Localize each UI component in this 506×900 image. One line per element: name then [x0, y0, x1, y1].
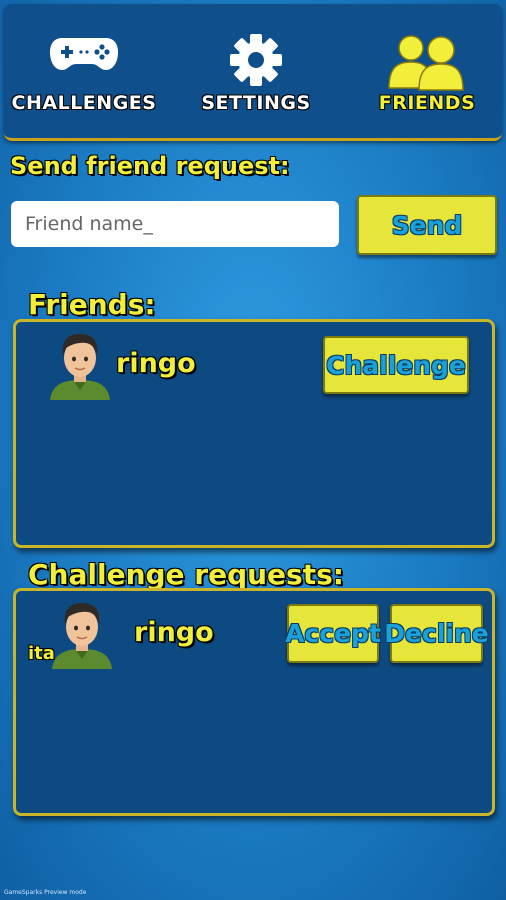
preview-mode-label: GameSparks Preview mode [4, 889, 87, 896]
decline-button[interactable]: Decline [384, 604, 489, 663]
tab-settings-label: SETTINGS [201, 92, 311, 114]
gear-icon [228, 32, 284, 92]
challenge-button[interactable]: Challenge [323, 336, 469, 394]
friends-icon [387, 34, 467, 96]
male-avatar-icon [46, 328, 114, 400]
tab-settings[interactable]: SETTINGS [178, 4, 334, 138]
challenge-requests-title: Challenge requests: [28, 558, 344, 591]
send-request-title: Send friend request: [10, 152, 290, 180]
friends-title: Friends: [28, 288, 156, 321]
send-button[interactable]: Send [357, 195, 497, 255]
gamepad-icon [48, 34, 120, 78]
top-nav-bar: CHALLENGES SETTINGS FRIENDS [4, 4, 502, 141]
accept-button[interactable]: Accept [285, 604, 381, 663]
tab-challenges[interactable]: CHALLENGES [4, 4, 164, 138]
friends-list-panel: ringo Challenge [13, 319, 495, 548]
tab-challenges-label: CHALLENGES [11, 92, 157, 114]
friend-name-input[interactable] [11, 201, 339, 247]
tab-friends[interactable]: FRIENDS [352, 4, 502, 138]
friend-name: ringo [116, 348, 196, 379]
challenger-name: ringo [134, 617, 214, 648]
tab-friends-label: FRIENDS [378, 92, 476, 114]
challenge-requests-panel: ita ringo Accept Decline [13, 588, 495, 816]
male-avatar-icon [48, 597, 116, 669]
avatar-country-tag: ita [28, 643, 55, 664]
